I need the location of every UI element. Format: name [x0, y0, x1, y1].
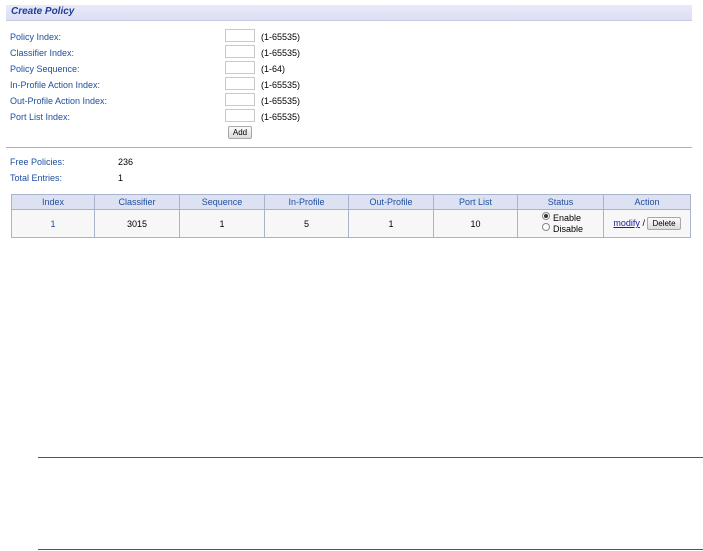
- port-list-index-input[interactable]: [225, 109, 255, 122]
- policy-sequence-input[interactable]: [225, 61, 255, 74]
- classifier-index-range: (1-65535): [261, 48, 301, 58]
- cell-out-profile: 1: [348, 209, 434, 238]
- modify-link[interactable]: modify: [613, 218, 640, 228]
- classifier-index-input[interactable]: [225, 45, 255, 58]
- enable-label: Enable: [553, 212, 582, 223]
- cell-index: 1: [11, 209, 95, 238]
- section-divider: [6, 147, 692, 148]
- in-profile-action-range: (1-65535): [261, 80, 301, 90]
- free-policies-label: Free Policies:: [10, 157, 65, 167]
- out-profile-action-range: (1-65535): [261, 96, 301, 106]
- out-profile-action-input[interactable]: [225, 93, 255, 106]
- policy-table: Index Classifier Sequence In-Profile Out…: [11, 194, 691, 238]
- index-link[interactable]: 1: [50, 219, 55, 229]
- policy-sequence-row: Policy Sequence: (1-64): [10, 61, 410, 77]
- header-classifier: Classifier: [94, 194, 180, 210]
- footer-divider-bottom: [38, 549, 703, 550]
- classifier-index-label: Classifier Index:: [10, 48, 75, 58]
- port-list-index-range: (1-65535): [261, 112, 301, 122]
- total-entries-label: Total Entries:: [10, 173, 63, 183]
- cell-sequence: 1: [179, 209, 265, 238]
- policy-index-row: Policy Index: (1-65535): [10, 29, 410, 45]
- header-status: Status: [517, 194, 604, 210]
- action-separator: /: [642, 218, 645, 228]
- in-profile-action-input[interactable]: [225, 77, 255, 90]
- total-entries-value: 1: [118, 173, 124, 183]
- table-row: 1 3015 1 5 1 10 Enable Disable modify / …: [11, 209, 691, 238]
- status-disable-option[interactable]: Disable: [518, 222, 603, 235]
- header-action: Action: [603, 194, 691, 210]
- in-profile-action-label: In-Profile Action Index:: [10, 80, 101, 90]
- policy-sequence-label: Policy Sequence:: [10, 64, 80, 74]
- policy-sequence-range: (1-64): [261, 64, 286, 74]
- policy-index-label: Policy Index:: [10, 32, 62, 42]
- header-port-list: Port List: [433, 194, 518, 210]
- add-button[interactable]: Add: [228, 126, 252, 139]
- in-profile-action-row: In-Profile Action Index: (1-65535): [10, 77, 410, 93]
- header-sequence: Sequence: [179, 194, 265, 210]
- cell-classifier: 3015: [94, 209, 180, 238]
- free-policies-row: Free Policies: 236: [10, 157, 133, 167]
- out-profile-action-label: Out-Profile Action Index:: [10, 96, 108, 106]
- port-list-index-row: Port List Index: (1-65535): [10, 109, 410, 125]
- total-entries-row: Total Entries: 1: [10, 173, 123, 183]
- cell-in-profile: 5: [264, 209, 349, 238]
- header-index: Index: [11, 194, 95, 210]
- header-in-profile: In-Profile: [264, 194, 349, 210]
- footer-divider-top: [38, 457, 703, 458]
- enable-radio[interactable]: [542, 211, 550, 220]
- cell-status: Enable Disable: [517, 209, 604, 238]
- free-policies-value: 236: [118, 157, 134, 167]
- page-title: Create Policy: [11, 6, 75, 17]
- disable-label: Disable: [553, 223, 584, 234]
- policy-index-range: (1-65535): [261, 32, 301, 42]
- table-header-row: Index Classifier Sequence In-Profile Out…: [11, 194, 691, 210]
- status-enable-option[interactable]: Enable: [518, 211, 603, 224]
- port-list-index-label: Port List Index:: [10, 112, 71, 122]
- delete-button[interactable]: Delete: [647, 217, 681, 230]
- cell-action: modify / Delete: [603, 209, 691, 238]
- disable-radio[interactable]: [542, 222, 550, 231]
- out-profile-action-row: Out-Profile Action Index: (1-65535): [10, 93, 410, 109]
- header-out-profile: Out-Profile: [348, 194, 434, 210]
- classifier-index-row: Classifier Index: (1-65535): [10, 45, 410, 61]
- cell-port-list: 10: [433, 209, 518, 238]
- title-bar: Create Policy: [6, 5, 692, 21]
- policy-index-input[interactable]: [225, 29, 255, 42]
